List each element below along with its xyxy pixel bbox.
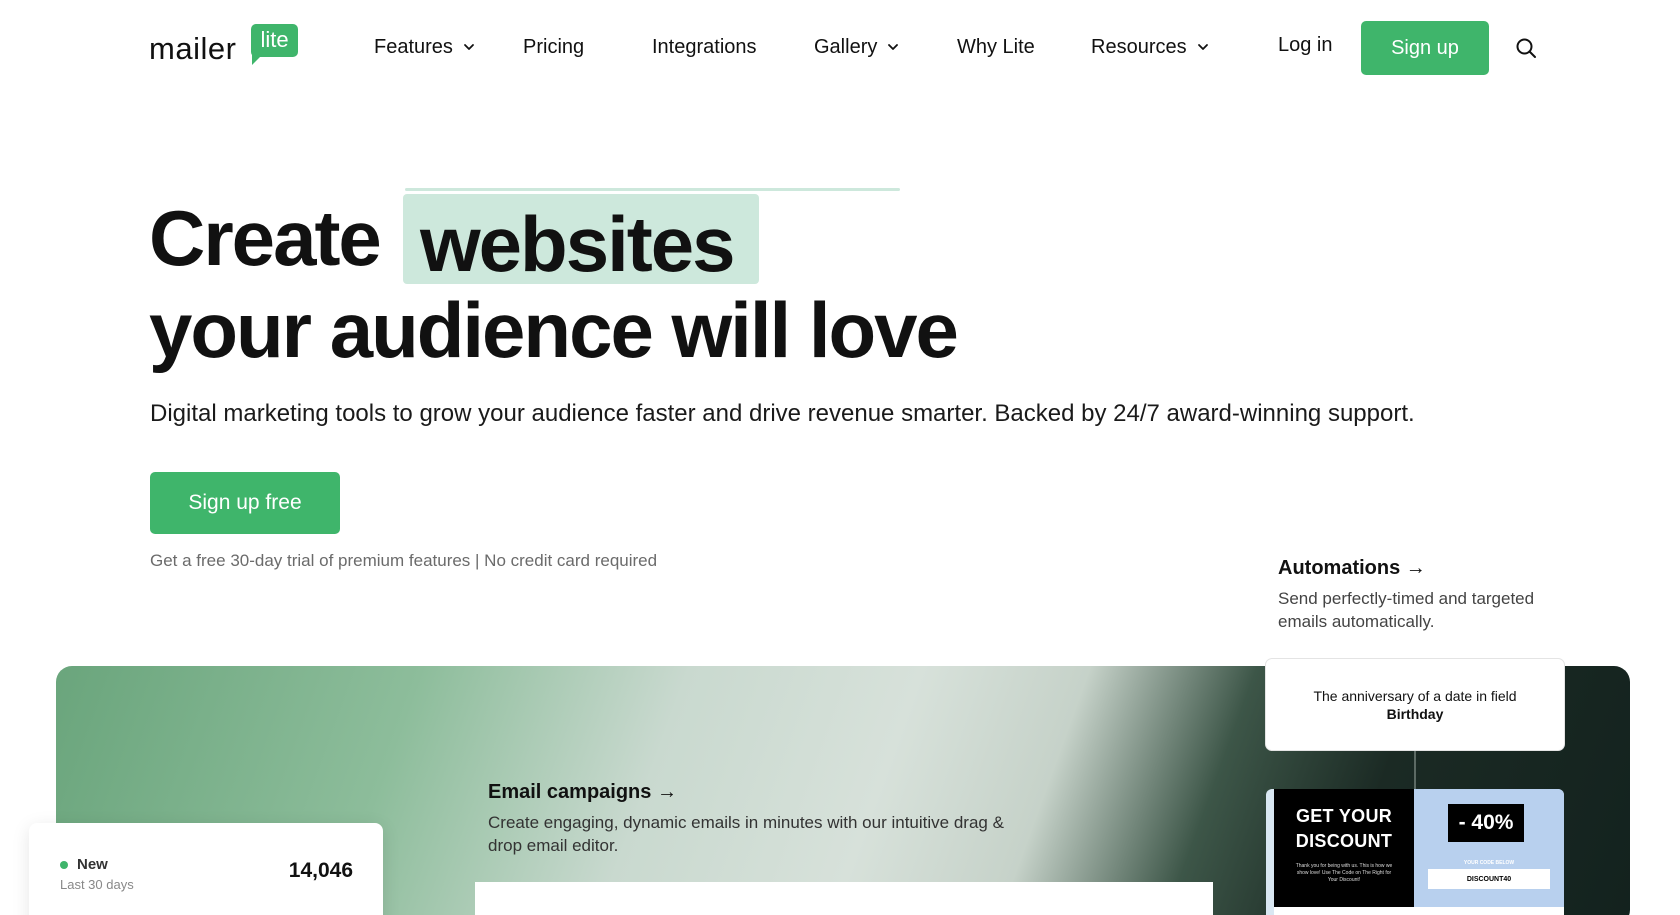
- status-dot: [60, 861, 68, 869]
- chevron-down-icon: [464, 44, 474, 50]
- email-campaigns-description: Create engaging, dynamic emails in minut…: [488, 813, 1004, 855]
- logo-wordmark: mailer: [149, 31, 237, 66]
- stat-label: New: [77, 856, 108, 873]
- signup-free-button[interactable]: Sign up free: [150, 472, 340, 534]
- promo-heading: GET YOUR DISCOUNT: [1274, 804, 1414, 854]
- nav-item-label: Gallery: [814, 35, 878, 58]
- promo-code: DISCOUNT40: [1428, 869, 1550, 889]
- stat-period: Last 30 days: [60, 877, 134, 892]
- nav-item-integrations[interactable]: Integrations: [652, 32, 757, 62]
- nav-item-label: Integrations: [652, 35, 757, 58]
- hero-subtitle: Digital marketing tools to grow your aud…: [150, 400, 1415, 427]
- discount-email-preview: GET YOUR DISCOUNT Thank you for being wi…: [1266, 789, 1564, 915]
- nav-item-gallery[interactable]: Gallery: [814, 32, 901, 62]
- site-header: mailer lite Features Pricing Integration…: [0, 0, 1680, 95]
- nav-item-label: Pricing: [523, 35, 585, 58]
- automations-link[interactable]: Automations →: [1278, 557, 1426, 580]
- nav-item-features[interactable]: Features: [374, 32, 477, 62]
- nav-item-why-lite[interactable]: Why Lite: [957, 32, 1035, 62]
- workflow-connector: [1414, 751, 1416, 789]
- logo-bubble: lite: [251, 24, 298, 65]
- subscriber-stat-card: New Last 30 days 14,046: [29, 823, 383, 915]
- hero-rotating-word: websites: [420, 200, 735, 288]
- promo-heading-line2: DISCOUNT: [1295, 831, 1393, 851]
- promo-right-panel: - 40% YOUR CODE BELOW DISCOUNT40: [1414, 789, 1564, 907]
- automation-trigger-card: The anniversary of a date in field Birth…: [1265, 658, 1565, 751]
- email-editor-preview: [475, 882, 1213, 915]
- nav-item-label: Features: [374, 35, 453, 58]
- chevron-down-icon: [1197, 44, 1208, 50]
- chevron-down-icon: [888, 44, 899, 50]
- trigger-text: The anniversary of a date in field Birth…: [1296, 687, 1534, 723]
- trigger-field: Birthday: [1386, 705, 1444, 722]
- nav-item-label: Resources: [1091, 35, 1187, 58]
- signup-button[interactable]: Sign up: [1361, 21, 1489, 75]
- nav-item-resources[interactable]: Resources: [1091, 32, 1211, 62]
- nav-item-label: Why Lite: [957, 35, 1035, 58]
- promo-code-label: YOUR CODE BELOW: [1463, 860, 1515, 866]
- search-icon[interactable]: [1514, 36, 1538, 60]
- promo-heading-line1: GET YOUR: [1295, 806, 1393, 826]
- discount-badge: - 40%: [1448, 804, 1524, 842]
- trigger-prefix: The anniversary of a date in field: [1313, 687, 1517, 704]
- nav-item-pricing[interactable]: Pricing: [523, 32, 584, 62]
- promo-small-text: Thank you for being with us. This is how…: [1295, 863, 1393, 883]
- trial-note: Get a free 30-day trial of premium featu…: [150, 551, 658, 570]
- email-campaigns-link[interactable]: Email campaigns →: [488, 781, 677, 804]
- mailerlite-logo[interactable]: mailer lite: [149, 22, 299, 66]
- hero-title-line2: your audience will love: [149, 286, 959, 374]
- hero-word-create: Create: [149, 194, 382, 282]
- automations-description: Send perfectly-timed and targeted emails…: [1278, 589, 1535, 631]
- rotating-word-underline: [405, 188, 900, 191]
- promo-left-panel: GET YOUR DISCOUNT Thank you for being wi…: [1274, 789, 1414, 907]
- stat-value: 14,046: [288, 859, 353, 882]
- login-link[interactable]: Log in: [1278, 34, 1333, 57]
- promo-footer: [1274, 907, 1564, 915]
